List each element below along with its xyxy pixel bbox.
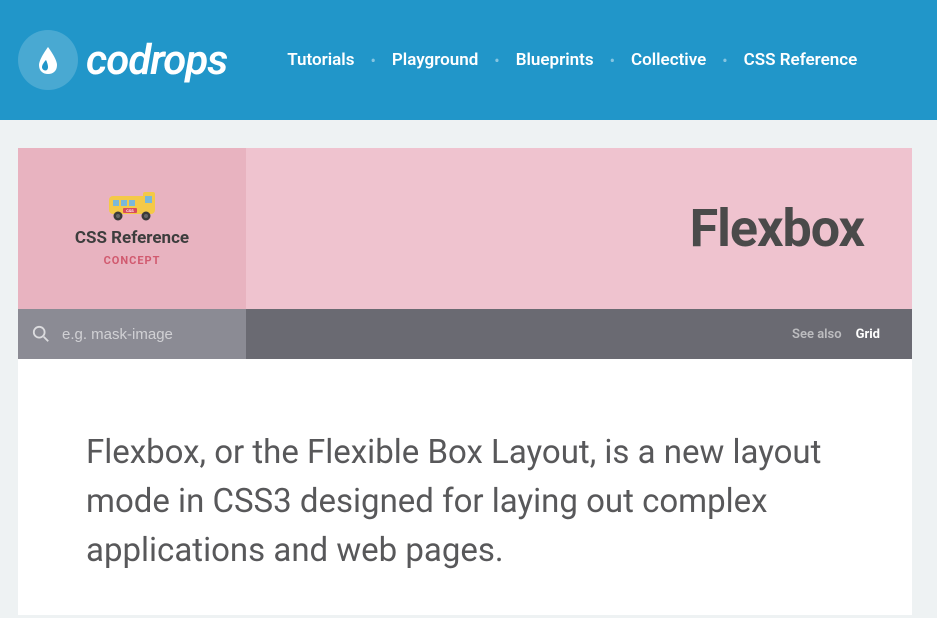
header: codrops Tutorials • Playground • Bluepri…	[0, 0, 937, 120]
nav-separator: •	[494, 51, 499, 70]
intro-text: Flexbox, or the Flexible Box Layout, is …	[86, 429, 844, 575]
nav-collective[interactable]: Collective	[631, 50, 706, 70]
drop-icon	[36, 45, 60, 75]
see-also-band: See also Grid	[246, 309, 912, 359]
page-title: Flexbox	[690, 198, 864, 259]
article-body: Flexbox, or the Flexible Box Layout, is …	[18, 359, 912, 615]
search-input[interactable]	[62, 326, 232, 343]
logo-circle	[18, 30, 78, 90]
hero-band: CSS CSS Reference CONCEPT Flexbox	[18, 148, 912, 309]
search-icon	[32, 325, 50, 343]
title-panel: Flexbox	[246, 148, 912, 309]
content-area: CSS CSS Reference CONCEPT Flexbox	[0, 120, 937, 615]
search-band: See also Grid	[18, 309, 912, 359]
nav-playground[interactable]: Playground	[392, 50, 478, 70]
svg-text:CSS: CSS	[126, 208, 134, 213]
nav-blueprints[interactable]: Blueprints	[516, 50, 594, 70]
nav-cssreference[interactable]: CSS Reference	[744, 50, 858, 70]
sidebar-subtitle: CONCEPT	[104, 254, 161, 267]
bus-icon: CSS	[105, 190, 159, 222]
see-also-link[interactable]: Grid	[856, 327, 880, 342]
see-also-label: See also	[792, 327, 842, 342]
logo[interactable]: codrops	[18, 30, 227, 90]
nav-tutorials[interactable]: Tutorials	[287, 50, 354, 70]
nav: Tutorials • Playground • Blueprints • Co…	[287, 50, 857, 70]
logo-text: codrops	[86, 36, 227, 85]
nav-separator: •	[370, 51, 375, 70]
sidebar-panel: CSS CSS Reference CONCEPT	[18, 148, 246, 309]
search-container	[18, 309, 246, 359]
nav-separator: •	[722, 51, 727, 70]
card: CSS CSS Reference CONCEPT Flexbox	[18, 148, 912, 615]
nav-separator: •	[610, 51, 615, 70]
sidebar-title[interactable]: CSS Reference	[75, 228, 189, 248]
